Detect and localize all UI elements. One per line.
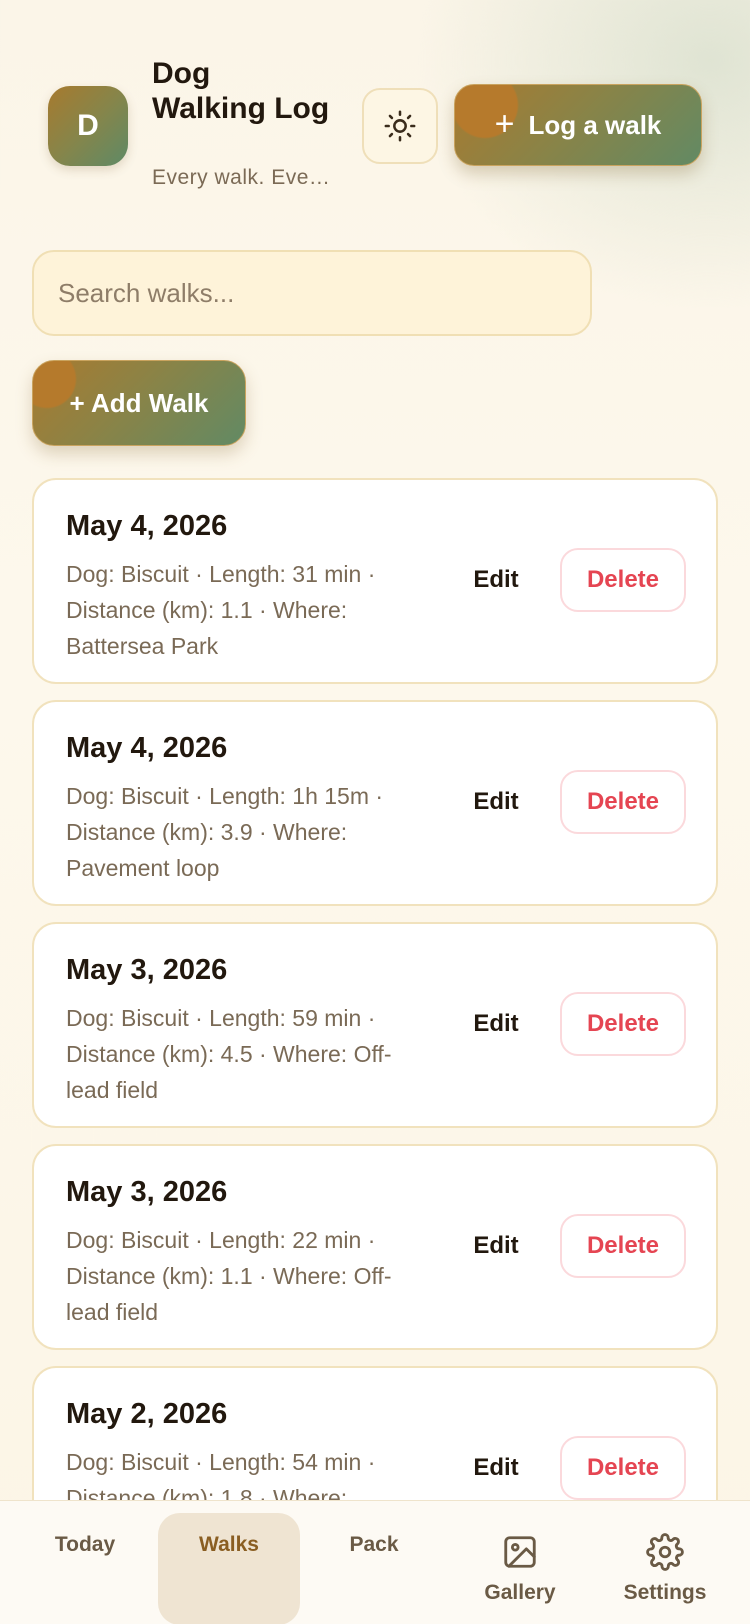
- walk-card: May 3, 2026 Dog: Biscuit · Length: 22 mi…: [32, 1144, 718, 1350]
- edit-button[interactable]: Edit: [464, 548, 528, 612]
- walk-details: Dog: Biscuit · Length: 59 min · Distance…: [66, 1005, 392, 1103]
- tab-label: Gallery: [484, 1581, 556, 1604]
- theme-toggle-button[interactable]: [362, 88, 438, 164]
- delete-button[interactable]: Delete: [560, 1214, 686, 1278]
- plus-icon: +: [494, 104, 515, 143]
- log-walk-label: Log a walk: [528, 109, 662, 140]
- walk-date: May 4, 2026: [66, 510, 228, 542]
- edit-button[interactable]: Edit: [464, 992, 528, 1056]
- walk-details: Dog: Biscuit · Length: 22 min · Distance…: [66, 1227, 392, 1325]
- delete-button[interactable]: Delete: [560, 770, 686, 834]
- app-subtitle: Every walk. Every dog.: [152, 166, 332, 189]
- tab-label: Today: [54, 1533, 116, 1556]
- tab-settings[interactable]: Settings: [594, 1513, 736, 1624]
- walk-date: May 2, 2026: [66, 1398, 228, 1430]
- search-input[interactable]: [32, 250, 592, 336]
- edit-button[interactable]: Edit: [464, 1436, 528, 1500]
- walk-details: Dog: Biscuit · Length: 1h 15m · Distance…: [66, 783, 384, 881]
- tab-walks[interactable]: Walks: [158, 1513, 300, 1624]
- walk-details: Dog: Biscuit · Length: 31 min · Distance…: [66, 561, 376, 659]
- walk-date: May 4, 2026: [66, 732, 228, 764]
- avatar: D: [48, 86, 128, 166]
- tab-label: Walks: [199, 1533, 259, 1556]
- gear-icon: [646, 1533, 684, 1571]
- delete-button[interactable]: Delete: [560, 992, 686, 1056]
- tab-gallery[interactable]: Gallery: [449, 1513, 591, 1624]
- walk-card: May 4, 2026 Dog: Biscuit · Length: 31 mi…: [32, 478, 718, 684]
- edit-button[interactable]: Edit: [464, 1214, 528, 1278]
- tab-today[interactable]: Today: [14, 1513, 156, 1624]
- image-icon: [504, 1536, 536, 1568]
- bottom-tab-bar: Today Walks Pack Gallery Settings: [0, 1500, 750, 1624]
- sun-icon: [384, 110, 416, 142]
- app-header: D Dog Walking Log Every walk. Every dog.…: [0, 0, 750, 220]
- delete-button[interactable]: Delete: [560, 1436, 686, 1500]
- tab-label: Pack: [349, 1533, 399, 1556]
- edit-button[interactable]: Edit: [464, 770, 528, 834]
- app-title: Dog Walking Log: [152, 57, 330, 125]
- tab-pack[interactable]: Pack: [303, 1513, 445, 1624]
- walk-card: May 4, 2026 Dog: Biscuit · Length: 1h 15…: [32, 700, 718, 906]
- delete-button[interactable]: Delete: [560, 548, 686, 612]
- walk-list: May 4, 2026 Dog: Biscuit · Length: 31 mi…: [32, 478, 718, 1588]
- walk-date: May 3, 2026: [66, 954, 228, 986]
- log-walk-button[interactable]: + Log a walk: [454, 84, 702, 166]
- tab-label: Settings: [623, 1581, 707, 1604]
- add-walk-button[interactable]: + Add Walk: [32, 360, 246, 446]
- walk-card: May 3, 2026 Dog: Biscuit · Length: 59 mi…: [32, 922, 718, 1128]
- walk-date: May 3, 2026: [66, 1176, 228, 1208]
